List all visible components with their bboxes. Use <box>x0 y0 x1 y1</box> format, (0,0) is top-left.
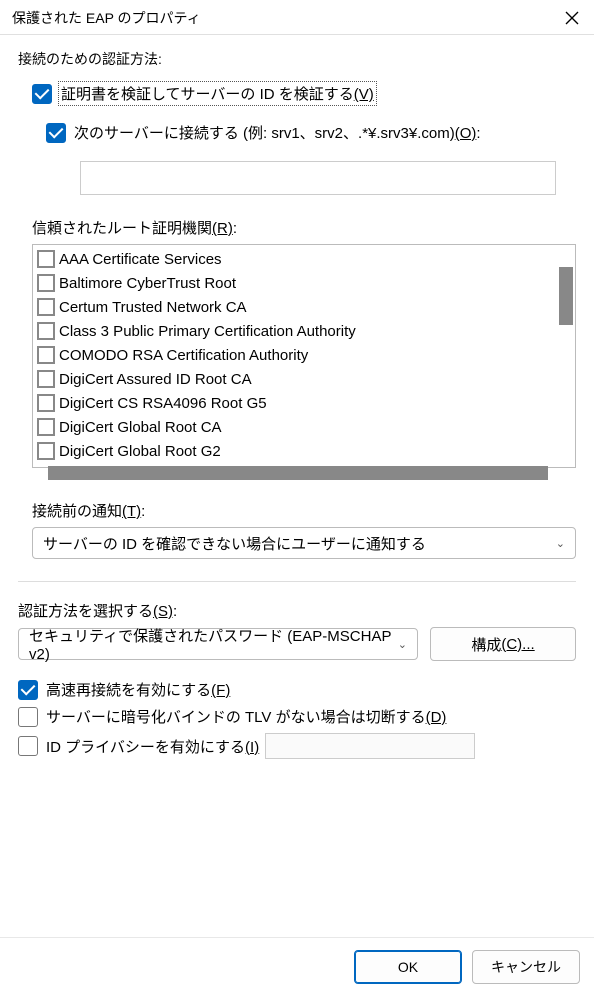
id-privacy-checkbox[interactable] <box>18 736 38 756</box>
pre-notify-value: サーバーの ID を確認できない場合にユーザーに通知する <box>43 533 426 554</box>
disconnect-tlv-label[interactable]: サーバーに暗号化バインドの TLV がない場合は切断する(D) <box>46 706 446 727</box>
verify-server-checkbox[interactable] <box>32 84 52 104</box>
trusted-ca-label: 信頼されたルート証明機関(R): <box>32 217 576 238</box>
auth-method-value: セキュリティで保護されたパスワード (EAP-MSCHAP v2) <box>29 625 398 663</box>
ca-list-item[interactable]: Baltimore CyberTrust Root <box>37 271 575 295</box>
ca-item-checkbox[interactable] <box>37 322 55 340</box>
horizontal-scrollbar[interactable] <box>48 466 548 480</box>
verify-server-label[interactable]: 証明書を検証してサーバーの ID を検証する(V) <box>60 83 375 104</box>
vertical-scrollbar[interactable] <box>559 267 573 325</box>
ca-list-item[interactable]: DigiCert Global Root G2 <box>37 439 575 463</box>
ca-item-label: Certum Trusted Network CA <box>59 299 247 316</box>
ca-list-item[interactable]: DigiCert Assured ID Root CA <box>37 367 575 391</box>
divider <box>18 581 576 582</box>
fast-reconnect-checkbox[interactable] <box>18 680 38 700</box>
ca-list-item[interactable]: DigiCert CS RSA4096 Root G5 <box>37 391 575 415</box>
chevron-down-icon: ⌄ <box>398 638 407 651</box>
ca-list-item[interactable]: DigiCert Global Root CA <box>37 415 575 439</box>
fast-reconnect-label[interactable]: 高速再接続を有効にする(F) <box>46 679 230 700</box>
ca-item-label: Class 3 Public Primary Certification Aut… <box>59 323 356 340</box>
window-title: 保護された EAP のプロパティ <box>12 8 201 28</box>
dialog-footer: OK キャンセル <box>0 937 594 1000</box>
ca-item-checkbox[interactable] <box>37 298 55 316</box>
ca-item-checkbox[interactable] <box>37 418 55 436</box>
ca-item-label: DigiCert Global Root CA <box>59 419 222 436</box>
titlebar: 保護された EAP のプロパティ <box>0 0 594 35</box>
ca-item-label: DigiCert Global Root G2 <box>59 443 221 460</box>
auth-method-dropdown[interactable]: セキュリティで保護されたパスワード (EAP-MSCHAP v2) ⌄ <box>18 628 418 660</box>
connect-servers-label[interactable]: 次のサーバーに接続する (例: srv1、srv2、.*¥.srv3¥.com)… <box>74 122 481 143</box>
ca-item-label: COMODO RSA Certification Authority <box>59 347 308 364</box>
id-privacy-input[interactable] <box>265 733 475 759</box>
id-privacy-label[interactable]: ID プライバシーを有効にする(I) <box>46 736 259 757</box>
ca-item-checkbox[interactable] <box>37 346 55 364</box>
ca-item-checkbox[interactable] <box>37 442 55 460</box>
ca-item-label: DigiCert Assured ID Root CA <box>59 371 252 388</box>
close-icon[interactable] <box>562 8 582 28</box>
ca-item-checkbox[interactable] <box>37 370 55 388</box>
auth-select-label: 認証方法を選択する(S): <box>18 600 576 621</box>
pre-notify-dropdown[interactable]: サーバーの ID を確認できない場合にユーザーに通知する ⌄ <box>32 527 576 559</box>
ca-list-item[interactable]: COMODO RSA Certification Authority <box>37 343 575 367</box>
configure-button[interactable]: 構成(C)... <box>430 627 576 661</box>
cancel-button[interactable]: キャンセル <box>472 950 580 984</box>
ca-item-label: Baltimore CyberTrust Root <box>59 275 236 292</box>
ca-list-item[interactable]: Class 3 Public Primary Certification Aut… <box>37 319 575 343</box>
ca-item-checkbox[interactable] <box>37 274 55 292</box>
pre-notify-label: 接続前の通知(T): <box>32 500 576 521</box>
ca-list-item[interactable]: AAA Certificate Services <box>37 247 575 271</box>
connect-servers-checkbox[interactable] <box>46 123 66 143</box>
ca-list-item[interactable]: Certum Trusted Network CA <box>37 295 575 319</box>
ca-item-label: DigiCert CS RSA4096 Root G5 <box>59 395 267 412</box>
connection-auth-label: 接続のための認証方法: <box>18 49 576 69</box>
ok-button[interactable]: OK <box>354 950 462 984</box>
servers-input[interactable] <box>80 161 556 195</box>
disconnect-tlv-checkbox[interactable] <box>18 707 38 727</box>
chevron-down-icon: ⌄ <box>556 537 565 550</box>
ca-item-checkbox[interactable] <box>37 394 55 412</box>
trusted-ca-listbox[interactable]: AAA Certificate Services Baltimore CyberT… <box>32 244 576 468</box>
ca-item-label: AAA Certificate Services <box>59 251 222 268</box>
ca-item-checkbox[interactable] <box>37 250 55 268</box>
